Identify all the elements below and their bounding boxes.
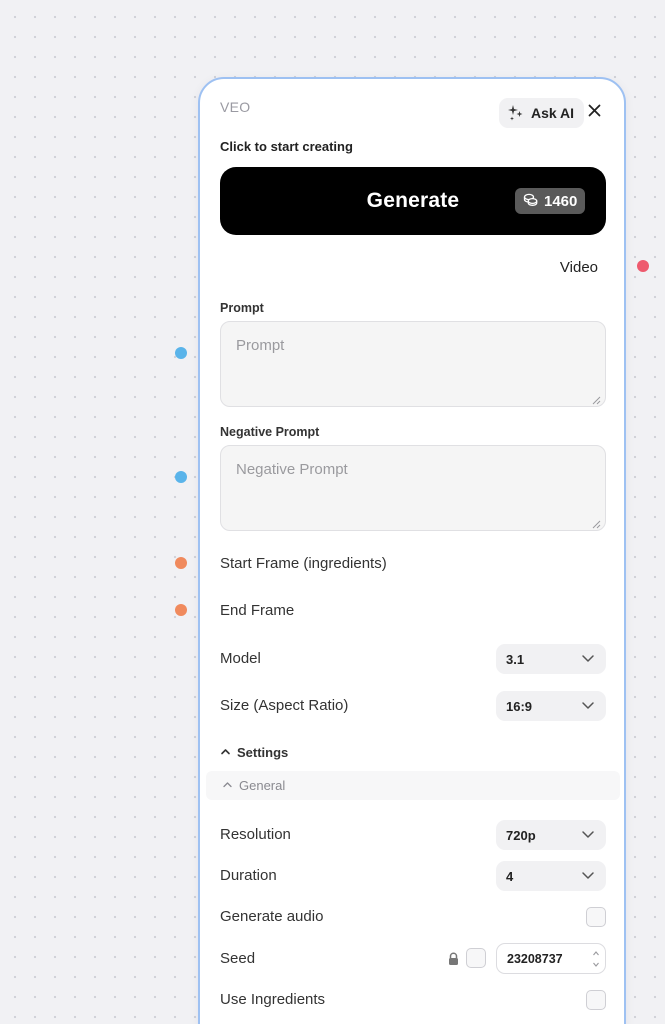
chevron-down-icon — [580, 826, 596, 845]
stepper-icon[interactable] — [592, 949, 600, 969]
chevron-up-icon — [222, 778, 233, 793]
general-group-label: General — [239, 778, 286, 793]
size-value: 16:9 — [506, 698, 533, 714]
chevron-down-icon — [580, 867, 596, 886]
sparkle-icon — [507, 103, 525, 124]
ask-ai-button[interactable]: Ask AI — [499, 98, 585, 128]
node-title: VEO — [220, 99, 251, 115]
duration-label: Duration — [220, 867, 277, 884]
prompt-input-port[interactable] — [175, 347, 187, 359]
close-icon — [588, 104, 601, 122]
resolution-value: 720p — [506, 827, 536, 843]
settings-label: Settings — [237, 745, 289, 760]
veo-node: VEO Ask AI Click to start creating Gener… — [198, 77, 626, 1024]
coins-icon — [523, 192, 538, 211]
generate-button[interactable]: Generate 1460 — [220, 167, 606, 235]
model-label: Model — [220, 650, 261, 667]
seed-input[interactable]: 23208737 — [496, 943, 606, 974]
end-frame-input-port[interactable] — [175, 604, 187, 616]
duration-select[interactable]: 4 — [496, 861, 606, 891]
start-frame-input-port[interactable] — [175, 557, 187, 569]
start-hint: Click to start creating — [220, 139, 353, 154]
cost-value: 1460 — [544, 192, 578, 210]
seed-label: Seed — [220, 950, 256, 967]
model-value: 3.1 — [506, 651, 525, 667]
video-output-label: Video — [559, 259, 598, 276]
cost-badge: 1460 — [515, 188, 586, 214]
generate-audio-label: Generate audio — [220, 908, 324, 925]
negative-prompt-input-port[interactable] — [175, 471, 187, 483]
resize-grip-icon[interactable] — [591, 516, 601, 529]
size-label: Size (Aspect Ratio) — [220, 697, 349, 714]
seed-value: 23208737 — [507, 951, 563, 966]
use-ingredients-checkbox[interactable] — [586, 990, 606, 1010]
settings-toggle[interactable]: Settings — [220, 745, 288, 760]
model-select[interactable]: 3.1 — [496, 644, 606, 674]
generate-audio-checkbox[interactable] — [586, 907, 606, 927]
chevron-up-icon — [220, 745, 231, 760]
negative-prompt-placeholder: Negative Prompt — [236, 461, 348, 478]
use-ingredients-label: Use Ingredients — [220, 991, 326, 1008]
prompt-placeholder: Prompt — [236, 337, 285, 354]
seed-random-checkbox[interactable] — [466, 948, 486, 968]
chevron-down-icon — [580, 650, 596, 669]
prompt-textarea[interactable]: Prompt — [220, 321, 606, 407]
prompt-label: Prompt — [220, 301, 264, 315]
close-button[interactable] — [584, 103, 604, 123]
chevron-down-icon — [580, 697, 596, 716]
generate-label: Generate — [366, 189, 460, 212]
resolution-select[interactable]: 720p — [496, 820, 606, 850]
duration-value: 4 — [506, 868, 514, 884]
size-select[interactable]: 16:9 — [496, 691, 606, 721]
lock-icon[interactable] — [447, 952, 460, 966]
ask-ai-label: Ask AI — [531, 105, 575, 121]
end-frame-label: End Frame — [220, 602, 295, 619]
video-output-port[interactable] — [637, 260, 649, 272]
negative-prompt-textarea[interactable]: Negative Prompt — [220, 445, 606, 531]
negative-prompt-label: Negative Prompt — [220, 425, 320, 439]
general-group-toggle[interactable]: General — [206, 771, 620, 800]
resize-grip-icon[interactable] — [591, 392, 601, 405]
resolution-label: Resolution — [220, 826, 291, 843]
start-frame-label: Start Frame (ingredients) — [220, 555, 387, 572]
